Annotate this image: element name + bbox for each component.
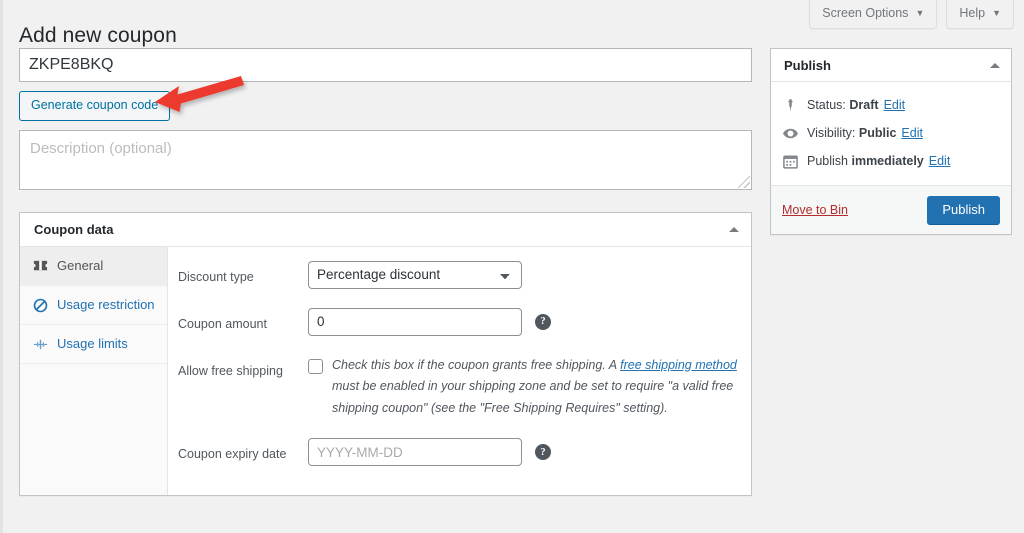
crosshair-icon bbox=[33, 337, 48, 352]
general-panel: Discount type Percentage discountFixed c… bbox=[168, 247, 751, 496]
tab-general[interactable]: General bbox=[20, 247, 167, 286]
description-placeholder: Description (optional) bbox=[30, 140, 172, 157]
publish-value: immediately bbox=[851, 151, 923, 171]
coupon-data-metabox: Coupon data General bbox=[19, 212, 752, 497]
page-title: Add new coupon bbox=[19, 24, 177, 48]
publish-status-row: Status: Draft Edit bbox=[782, 91, 1000, 119]
discount-type-label: Discount type bbox=[178, 261, 308, 287]
publish-edit-link[interactable]: Edit bbox=[929, 151, 951, 171]
free-shipping-text-before: Check this box if the coupon grants free… bbox=[332, 358, 620, 372]
help-label: Help bbox=[959, 5, 985, 21]
calendar-icon bbox=[782, 153, 799, 170]
visibility-value: Public bbox=[859, 123, 897, 143]
move-to-bin-link[interactable]: Move to Bin bbox=[782, 203, 848, 217]
coupon-data-title: Coupon data bbox=[34, 222, 113, 237]
publish-metabox: Publish Status: Draft Edit Visibility: Pu… bbox=[770, 48, 1012, 235]
chevron-up-icon[interactable] bbox=[990, 63, 1000, 68]
publish-button[interactable]: Publish bbox=[927, 196, 1000, 224]
publish-header: Publish bbox=[771, 49, 1011, 82]
tab-usage-limits[interactable]: Usage limits bbox=[20, 325, 167, 364]
ticket-icon bbox=[33, 258, 48, 273]
chevron-up-icon[interactable] bbox=[729, 227, 739, 232]
free-shipping-checkbox[interactable] bbox=[308, 359, 323, 374]
textarea-resize-handle[interactable] bbox=[738, 176, 750, 188]
main-column: Generate coupon code Description (option… bbox=[19, 48, 752, 496]
field-coupon-expiry-date: Coupon expiry date ? bbox=[168, 438, 751, 466]
coupon-expiry-label: Coupon expiry date bbox=[178, 438, 308, 464]
screen-options-button[interactable]: Screen Options ▼ bbox=[809, 0, 937, 29]
coupon-data-tablist: General Usage restriction bbox=[20, 247, 168, 496]
field-coupon-amount: Coupon amount ? bbox=[168, 308, 751, 336]
help-icon[interactable]: ? bbox=[535, 444, 551, 460]
tab-usage-restriction-label: Usage restriction bbox=[57, 296, 155, 314]
pin-icon bbox=[782, 97, 799, 114]
field-allow-free-shipping: Allow free shipping Check this box if th… bbox=[168, 355, 751, 420]
publish-prefix: Publish bbox=[807, 151, 848, 171]
wp-admin-screen: Screen Options ▼ Help ▼ Add new coupon G… bbox=[0, 0, 1024, 533]
status-prefix: Status: bbox=[807, 95, 846, 115]
chevron-down-icon: ▼ bbox=[915, 8, 924, 20]
help-icon[interactable]: ? bbox=[535, 314, 551, 330]
coupon-amount-label: Coupon amount bbox=[178, 308, 308, 334]
status-edit-link[interactable]: Edit bbox=[884, 95, 906, 115]
publish-footer: Move to Bin Publish bbox=[771, 185, 1011, 234]
tab-usage-restriction[interactable]: Usage restriction bbox=[20, 286, 167, 325]
free-shipping-text-after: must be enabled in your shipping zone an… bbox=[332, 379, 733, 415]
prohibited-icon bbox=[33, 298, 48, 313]
allow-free-shipping-label: Allow free shipping bbox=[178, 355, 308, 381]
chevron-down-icon: ▼ bbox=[992, 8, 1001, 20]
visibility-prefix: Visibility: bbox=[807, 123, 855, 143]
publish-rows: Status: DraftEdit Visibility: PublicEdit bbox=[771, 82, 1011, 185]
coupon-data-body: General Usage restriction bbox=[20, 247, 751, 496]
publish-visibility-row: Visibility: PublicEdit bbox=[782, 119, 1000, 147]
eye-icon bbox=[782, 125, 799, 142]
free-shipping-method-link[interactable]: free shipping method bbox=[620, 358, 737, 372]
coupon-expiry-input[interactable] bbox=[308, 438, 522, 466]
visibility-edit-link[interactable]: Edit bbox=[901, 123, 923, 143]
publish-date-row: Publish immediately Edit bbox=[782, 147, 1000, 175]
free-shipping-description: Check this box if the coupon grants free… bbox=[332, 355, 737, 420]
coupon-code-input[interactable] bbox=[19, 48, 752, 82]
generate-coupon-code-button[interactable]: Generate coupon code bbox=[19, 91, 170, 121]
coupon-description-textarea[interactable]: Description (optional) bbox=[19, 130, 752, 190]
coupon-data-header: Coupon data bbox=[20, 213, 751, 247]
field-discount-type: Discount type Percentage discountFixed c… bbox=[168, 261, 751, 289]
discount-type-select[interactable]: Percentage discountFixed cart discountFi… bbox=[308, 261, 522, 289]
coupon-amount-input[interactable] bbox=[308, 308, 522, 336]
tab-usage-limits-label: Usage limits bbox=[57, 335, 128, 353]
screen-meta-links: Screen Options ▼ Help ▼ bbox=[809, 0, 1014, 29]
help-button[interactable]: Help ▼ bbox=[946, 0, 1014, 29]
status-value: Draft bbox=[849, 95, 878, 115]
tab-general-label: General bbox=[57, 257, 103, 275]
publish-title: Publish bbox=[784, 58, 831, 73]
screen-options-label: Screen Options bbox=[822, 5, 908, 21]
